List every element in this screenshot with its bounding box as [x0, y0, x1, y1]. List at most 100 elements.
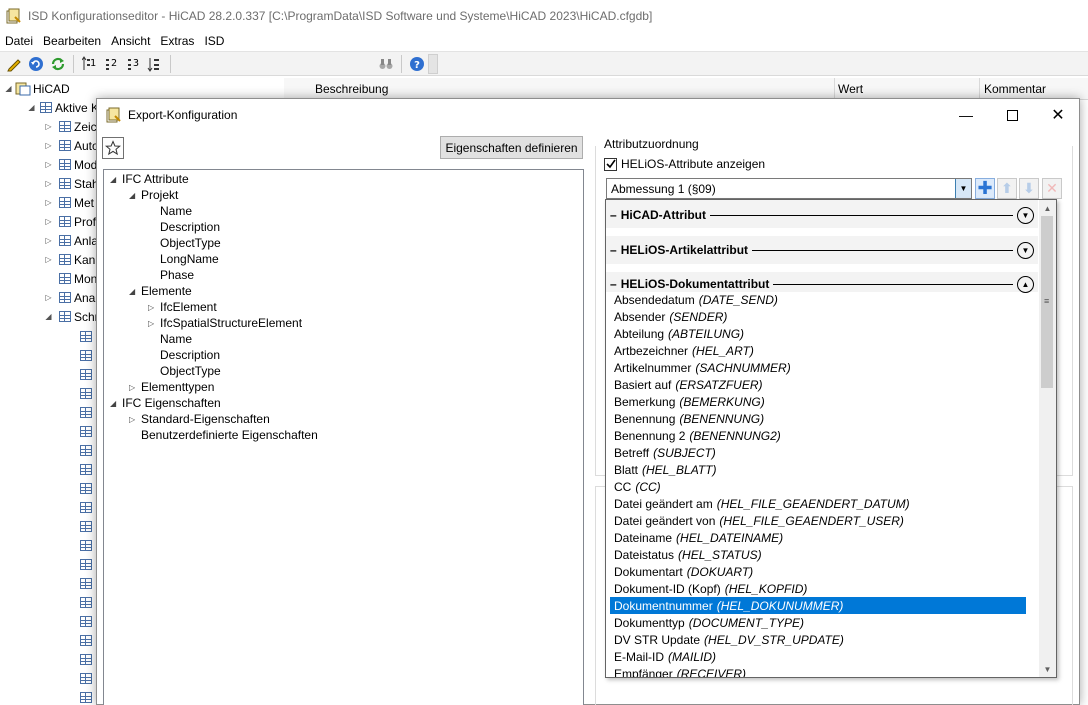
expand-icon[interactable]: ▷ [129, 383, 141, 392]
expand-icon[interactable]: ▷ [148, 319, 160, 328]
helios-attributes-checkbox[interactable]: HELiOS-Attribute anzeigen [604, 157, 765, 171]
level-2-button[interactable]: 2 [100, 53, 122, 75]
expand-icon[interactable]: ▷ [129, 415, 141, 424]
tree-node-elemente[interactable]: ◢ Elemente [129, 283, 192, 299]
attribute-combobox[interactable]: Abmessung 1 (§09) ▼ [606, 178, 972, 199]
tree-item[interactable]: ▷ Zeic [44, 117, 96, 136]
dropdown-option[interactable]: Dokumenttyp (DOCUMENT_TYPE) [610, 614, 1026, 631]
refresh-button[interactable] [47, 53, 69, 75]
level-3-button[interactable]: 3 [122, 53, 144, 75]
favorite-button[interactable] [102, 137, 124, 159]
tree-node-projekt[interactable]: ◢ Projekt [129, 187, 178, 203]
tree-node-standard[interactable]: ▷ Standard-Eigenschaften [129, 411, 270, 427]
tree-node-ifcspatial[interactable]: ▷ IfcSpatialStructureElement [148, 315, 302, 331]
dropdown-option[interactable]: Benennung 2 (BENENNUNG2) [610, 427, 1026, 444]
dropdown-option[interactable]: Datei geändert am (HEL_FILE_GEAENDERT_DAT… [610, 495, 1026, 512]
checkbox-box[interactable] [604, 157, 617, 171]
find-button[interactable] [375, 53, 397, 75]
dropdown-option[interactable]: Artbezeichner (HEL_ART) [610, 342, 1026, 359]
tree-node-elementtypen[interactable]: ▷ Elementtypen [129, 379, 214, 395]
dropdown-option[interactable]: DV STR Update (HEL_DV_STR_UPDATE) [610, 631, 1026, 648]
collapse-icon[interactable]: ◢ [129, 287, 141, 296]
tree-leaf[interactable]: Phase [160, 267, 194, 283]
dropdown-option[interactable]: Basiert auf (ERSATZFUER) [610, 376, 1026, 393]
undo-button[interactable] [25, 53, 47, 75]
tree-node-ifc-attribute[interactable]: ◢ IFC Attribute [110, 171, 189, 187]
tree-node-ifcelement[interactable]: ▷ IfcElement [148, 299, 217, 315]
chevron-down-icon[interactable]: ▼ [1017, 241, 1034, 259]
expand-icon[interactable]: ▷ [44, 255, 53, 264]
collapse-icon[interactable]: ◢ [4, 84, 13, 93]
tree-node-ifc-eigenschaften[interactable]: ◢ IFC Eigenschaften [110, 395, 221, 411]
tree-node-benutzer[interactable]: Benutzerdefinierte Eigenschaften [141, 427, 318, 443]
tree-item[interactable]: ▷ Ana [44, 288, 95, 307]
tree-item[interactable]: Mon [44, 269, 97, 288]
tree-item[interactable]: ▷ Prof [44, 212, 96, 231]
edit-button[interactable] [3, 53, 25, 75]
dropdown-option[interactable]: Blatt (HEL_BLATT) [610, 461, 1026, 478]
tree-item[interactable]: ▷ Met [44, 193, 94, 212]
tree-item[interactable]: ▷ Auto [44, 136, 98, 155]
chevron-down-icon[interactable]: ▼ [1017, 206, 1034, 224]
expand-icon[interactable]: ▷ [44, 236, 53, 245]
tree-item[interactable]: ▷ Anla [44, 231, 98, 250]
dropdown-option[interactable]: Betreff (SUBJECT) [610, 444, 1026, 461]
expand-icon[interactable]: ▷ [44, 179, 53, 188]
tree-leaf[interactable]: LongName [160, 251, 219, 267]
dropdown-option[interactable]: Dateistatus (HEL_STATUS) [610, 546, 1026, 563]
collapse-icon[interactable]: ◢ [110, 175, 122, 184]
dropdown-scrollbar[interactable]: ▲ ≡ ▼ [1039, 200, 1056, 677]
column-header-wert[interactable]: Wert [838, 82, 863, 96]
maximize-button[interactable] [989, 99, 1035, 131]
collapse-icon[interactable]: ◢ [44, 312, 53, 321]
tree-leaf[interactable]: Description [160, 347, 220, 363]
dropdown-option[interactable]: Dokumentart (DOKUART) [610, 563, 1026, 580]
dropdown-option[interactable]: CC (CC) [610, 478, 1026, 495]
tree-leaf[interactable]: ObjectType [160, 235, 221, 251]
delete-button[interactable]: ✕ [1042, 178, 1062, 199]
collapse-icon[interactable]: ◢ [129, 191, 141, 200]
dropdown-option[interactable]: Dateiname (HEL_DATEINAME) [610, 529, 1026, 546]
move-up-button[interactable]: ⬆ [997, 178, 1017, 199]
dropdown-option[interactable]: Bemerkung (BEMERKUNG) [610, 393, 1026, 410]
menu-bearbeiten[interactable]: Bearbeiten [38, 34, 106, 48]
expand-icon[interactable]: ▷ [44, 141, 53, 150]
column-header-kommentar[interactable]: Kommentar [984, 82, 1046, 96]
dropdown-option[interactable]: Abteilung (ABTEILUNG) [610, 325, 1026, 342]
define-properties-button[interactable]: Eigenschaften definieren [440, 136, 583, 159]
tree-item[interactable]: ▷ Mod [44, 155, 97, 174]
menu-isd[interactable]: ISD [199, 34, 229, 48]
group-header-helios-artikel[interactable]: – HELiOS-Artikelattribut ▼ [606, 238, 1038, 262]
scroll-up-arrow-icon[interactable]: ▲ [1039, 200, 1056, 216]
tree-leaf[interactable]: ObjectType [160, 363, 221, 379]
dropdown-option[interactable]: Absendedatum (DATE_SEND) [610, 291, 1026, 308]
expand-icon[interactable]: ▷ [44, 293, 53, 302]
dropdown-option[interactable]: Benennung (BENENNUNG) [610, 410, 1026, 427]
dropdown-option[interactable]: Dokument-ID (Kopf) (HEL_KOPFID) [610, 580, 1026, 597]
tree-item[interactable]: ▷ Stah [44, 174, 98, 193]
dropdown-option[interactable]: Artikelnummer (SACHNUMMER) [610, 359, 1026, 376]
collapse-icon[interactable]: ◢ [110, 399, 122, 408]
dropdown-option[interactable]: Datei geändert von (HEL_FILE_GEAENDERT_US… [610, 512, 1026, 529]
menu-ansicht[interactable]: Ansicht [106, 34, 155, 48]
help-button[interactable]: ? [406, 53, 428, 75]
tree-leaf[interactable]: Name [160, 203, 192, 219]
tree-item-aktive[interactable]: ◢ Aktive K [27, 98, 99, 117]
chevron-up-icon[interactable]: ▲ [1017, 275, 1034, 293]
dropdown-option[interactable]: Absender (SENDER) [610, 308, 1026, 325]
dropdown-option[interactable]: Empfänger (RECEIVER) [610, 665, 1026, 678]
expand-icon[interactable]: ▷ [148, 303, 160, 312]
expand-icon[interactable]: ▷ [44, 122, 53, 131]
add-button[interactable]: ✚ [975, 178, 995, 199]
menu-datei[interactable]: Datei [0, 34, 38, 48]
expand-icon[interactable]: ▷ [44, 198, 53, 207]
dropdown-option[interactable]: E-Mail-ID (MAILID) [610, 648, 1026, 665]
tree-item[interactable]: ▷ Kan [44, 250, 95, 269]
level-1-button[interactable]: 1 [78, 53, 100, 75]
expand-icon[interactable]: ▷ [44, 160, 53, 169]
group-header-hicad[interactable]: – HiCAD-Attribut ▼ [606, 203, 1038, 227]
move-down-button[interactable]: ⬇ [1019, 178, 1039, 199]
combobox-dropdown-button[interactable]: ▼ [955, 179, 971, 198]
scroll-down-arrow-icon[interactable]: ▼ [1039, 661, 1056, 677]
tree-item-hicad[interactable]: ◢ HiCAD [4, 79, 69, 98]
